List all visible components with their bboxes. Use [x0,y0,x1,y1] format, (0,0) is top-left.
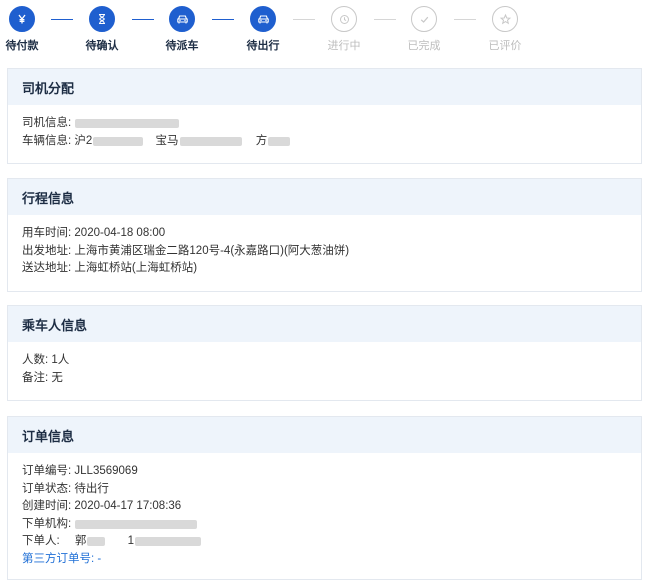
step-circle [89,6,115,32]
step-label: 已评价 [488,40,522,52]
trip-from-value: 上海市黄浦区瑞金二路120号-4(永嘉路口)(阿大葱油饼) [74,244,350,257]
step-connector [454,19,476,20]
step-connector [293,19,315,20]
order-progress-stepper: 待付款 待确认 待派车 待出行 进行中 已完成 已评价 [0,6,647,58]
step-circle [169,6,195,32]
step-label: 待派车 [165,40,199,52]
clock-icon [339,14,349,24]
step-circle [411,6,437,32]
step-reviewed: 已评价 [475,6,535,58]
hourglass-icon [99,13,105,25]
step-pending-payment: 待付款 [0,6,52,58]
trip-info-card: 行程信息 用车时间: 2020-04-18 08:00 出发地址: 上海市黄浦区… [7,178,642,292]
field-label: 订单编号: [22,465,72,477]
step-completed: 已完成 [394,6,454,58]
step-label: 待出行 [246,40,280,52]
vehicle-color-prefix: 方 [255,134,268,147]
star-icon [499,13,511,24]
order-created-value: 2020-04-17 17:08:36 [74,500,182,512]
step-circle [9,6,35,32]
passenger-note-row: 备注: 无 [22,370,627,388]
step-pending-dispatch: 待派车 [152,6,212,58]
step-connector [374,19,396,20]
redacted-plate [93,136,144,146]
field-label: 备注: [22,371,49,384]
field-label: 订单状态: [22,482,72,495]
vehicle-brand-prefix: 宝马 [155,134,179,147]
order-info-card: 订单信息 订单编号: JLL3569069 订单状态: 待出行 创建时间: 20… [7,416,642,580]
redacted-phone [135,537,202,547]
redacted-color [268,136,291,146]
driver-assignment-card: 司机分配 司机信息: 车辆信息: 沪2 宝马 方 [7,68,642,164]
step-circle [250,6,276,32]
redacted-driver-name [75,119,180,129]
step-connector [212,19,234,20]
passenger-info-card: 乘车人信息 人数: 1人 备注: 无 [7,305,642,401]
order-status-value: 待出行 [74,482,109,495]
step-pending-trip: 待出行 [233,6,293,58]
step-pending-confirm: 待确认 [72,6,132,58]
card-title: 行程信息 [8,179,641,215]
step-label: 待付款 [5,40,39,52]
step-in-progress: 进行中 [314,6,374,58]
passenger-note-value: 无 [51,371,63,384]
passenger-count-value: 1人 [51,354,70,366]
trip-to-value: 上海虹桥站(上海虹桥站) [74,262,198,274]
field-label: 创建时间: [22,500,72,512]
field-label: 送达地址: [22,262,72,274]
field-label: 出发地址: [22,244,72,257]
order-status-row: 订单状态: 待出行 [22,481,627,499]
field-label: 车辆信息: [22,134,72,147]
vehicle-plate-prefix: 沪2 [74,134,93,147]
third-party-order-value: - [97,552,102,565]
trip-time-value: 2020-04-18 08:00 [74,227,166,239]
step-circle [492,6,518,32]
order-number-row: 订单编号: JLL3569069 [22,463,627,481]
step-connector [132,19,154,20]
card-title: 司机分配 [8,69,641,105]
order-created-row: 创建时间: 2020-04-17 17:08:36 [22,498,627,516]
card-title: 订单信息 [8,417,641,453]
step-connector [51,19,73,20]
car-icon [257,15,269,24]
redacted-org [75,519,198,529]
field-label: 司机信息: [22,117,72,129]
step-label: 进行中 [327,40,361,52]
third-party-order-row[interactable]: 第三方订单号: - [22,551,627,569]
trip-from-row: 出发地址: 上海市黄浦区瑞金二路120号-4(永嘉路口)(阿大葱油饼) [22,243,627,261]
field-label: 下单机构: [22,517,72,530]
card-title: 乘车人信息 [8,306,641,342]
car-icon [176,15,188,24]
field-label: 人数: [22,354,49,366]
order-phone-prefix: 1 [127,535,135,547]
yen-icon [18,14,26,24]
check-icon [420,16,428,23]
redacted-model [179,136,242,146]
order-org-row: 下单机构: [22,516,627,534]
field-label: 下单人: [22,535,60,547]
field-label: 用车时间: [22,227,72,239]
field-label: 第三方订单号: [22,552,95,565]
order-number-value: JLL3569069 [74,465,138,477]
order-person-row: 下单人: 郭 1 [22,533,627,551]
trip-to-row: 送达地址: 上海虹桥站(上海虹桥站) [22,260,627,278]
step-label: 待确认 [85,40,119,52]
step-label: 已完成 [407,40,441,52]
step-circle [331,6,357,32]
driver-info-row: 司机信息: [22,115,627,133]
trip-time-row: 用车时间: 2020-04-18 08:00 [22,225,627,243]
order-person-prefix: 郭 [74,535,87,547]
vehicle-info-row: 车辆信息: 沪2 宝马 方 [22,133,627,151]
redacted-person [87,537,106,547]
passenger-count-row: 人数: 1人 [22,352,627,370]
